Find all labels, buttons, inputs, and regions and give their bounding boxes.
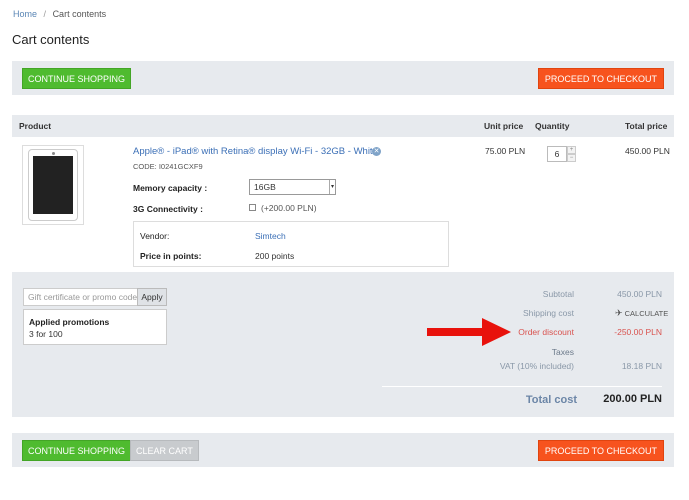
item-total-price: 450.00 PLN <box>625 146 670 156</box>
top-toolbar: CONTINUE SHOPPING PROCEED TO CHECKOUT <box>12 61 674 95</box>
vendor-link[interactable]: Simtech <box>255 231 286 241</box>
memory-capacity-label: Memory capacity : <box>133 183 208 193</box>
chevron-down-icon: ▾ <box>329 180 335 194</box>
3g-connectivity-checkbox[interactable] <box>249 204 256 211</box>
header-unit-price: Unit price <box>484 121 524 131</box>
breadcrumb-separator: / <box>43 9 47 19</box>
ipad-icon <box>28 149 78 221</box>
apply-promo-button[interactable]: Apply <box>137 288 167 306</box>
bottom-toolbar: CONTINUE SHOPPING CLEAR CART PROCEED TO … <box>12 433 674 467</box>
taxes-label: Taxes <box>551 347 574 357</box>
applied-promotions-box: Applied promotions 3 for 100 <box>23 309 167 345</box>
header-quantity: Quantity <box>535 121 570 131</box>
airplane-icon: ✈ <box>615 308 623 318</box>
total-cost-label: Total cost <box>525 394 577 406</box>
memory-capacity-value: 16GB <box>254 182 276 192</box>
header-product: Product <box>19 121 52 131</box>
memory-capacity-select[interactable]: 16GB ▾ <box>249 179 336 195</box>
quantity-increase-button[interactable]: + <box>567 146 576 154</box>
page-title: Cart contents <box>12 32 90 47</box>
summary-divider <box>382 386 662 387</box>
order-discount-value: -250.00 PLN <box>614 327 662 337</box>
breadcrumb-home-link[interactable]: Home <box>13 9 37 19</box>
vat-label: VAT (10% included) <box>499 361 574 371</box>
quantity-input[interactable]: 6 <box>547 146 567 162</box>
continue-shopping-button-bottom[interactable]: CONTINUE SHOPPING <box>22 440 132 461</box>
proceed-to-checkout-button[interactable]: PROCEED TO CHECKOUT <box>537 68 664 89</box>
quantity-decrease-button[interactable]: − <box>567 154 576 162</box>
cart-table-header: Product Unit price Quantity Total price <box>12 115 674 137</box>
price-in-points-label: Price in points: <box>140 251 202 261</box>
product-code: CODE: I0241GCXF9 <box>133 162 203 171</box>
cart-summary-panel: Gift certificate or promo code Apply App… <box>12 272 674 417</box>
total-cost-value: 200.00 PLN <box>603 393 662 405</box>
unit-price: 75.00 PLN <box>485 146 526 156</box>
proceed-to-checkout-button-bottom[interactable]: PROCEED TO CHECKOUT <box>537 440 664 461</box>
3g-connectivity-price: (+200.00 PLN) <box>261 203 317 213</box>
applied-promotions-title: Applied promotions <box>29 317 110 327</box>
promo-code-input[interactable]: Gift certificate or promo code <box>23 288 149 306</box>
clear-cart-button[interactable]: CLEAR CART <box>130 440 199 461</box>
calculate-shipping-link[interactable]: ✈ CALCULATE <box>615 308 668 319</box>
product-info-box: Vendor: Simtech Price in points: 200 poi… <box>133 221 449 267</box>
price-in-points-value: 200 points <box>255 251 295 261</box>
subtotal-label: Subtotal <box>542 289 574 299</box>
3g-connectivity-label: 3G Connectivity : <box>133 204 203 214</box>
header-total-price: Total price <box>625 121 668 131</box>
calculate-label: CALCULATE <box>624 309 669 318</box>
vendor-label: Vendor: <box>140 231 170 241</box>
product-image[interactable] <box>22 145 84 225</box>
breadcrumb-current: Cart contents <box>52 9 107 19</box>
applied-promotion-item: 3 for 100 <box>29 329 63 339</box>
subtotal-value: 450.00 PLN <box>617 289 662 299</box>
breadcrumb: Home / Cart contents <box>13 9 106 19</box>
continue-shopping-button[interactable]: CONTINUE SHOPPING <box>22 68 132 89</box>
product-name-link[interactable]: Apple® - iPad® with Retina® display Wi-F… <box>133 146 378 157</box>
remove-item-icon[interactable]: ✕ <box>372 147 381 156</box>
red-arrow-annotation-icon <box>427 318 511 346</box>
vat-value: 18.18 PLN <box>621 361 662 371</box>
